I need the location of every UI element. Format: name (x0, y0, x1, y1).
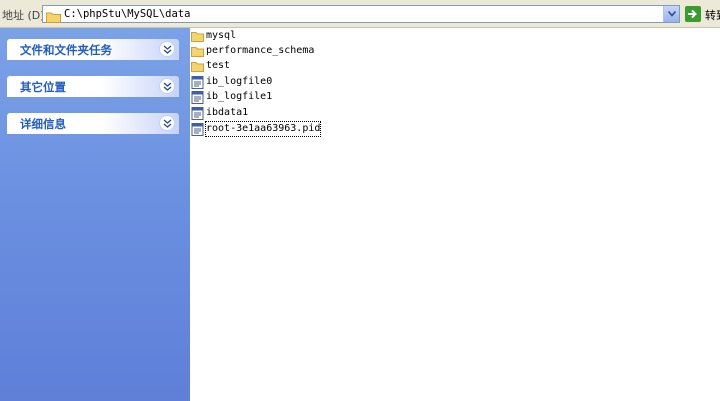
expand-chevron-icon[interactable] (159, 115, 175, 131)
file-name: test (206, 60, 231, 71)
folder-icon (191, 46, 204, 57)
task-group-title: 详细信息 (20, 117, 66, 131)
task-group-title: 文件和文件夹任务 (20, 43, 112, 57)
task-group-other-places[interactable]: 其它位置 (7, 76, 179, 97)
list-item-test[interactable]: test (191, 58, 230, 74)
address-bar: 地址 (D) C:\phpStu\MySQL\data 转到 (0, 0, 720, 28)
file-icon (191, 90, 204, 104)
file-name: ib_logfile1 (206, 91, 273, 102)
list-item-ibdata1[interactable]: ibdata1 (191, 105, 248, 121)
list-item-ib-logfile1[interactable]: ib_logfile1 (191, 89, 272, 105)
list-item-root-pid[interactable]: root-3e1aa63963.pid (191, 121, 322, 137)
folder-icon (191, 31, 204, 42)
expand-chevron-icon[interactable] (159, 78, 175, 94)
task-group-details[interactable]: 详细信息 (7, 113, 179, 134)
file-name: ib_logfile0 (206, 76, 273, 87)
go-button[interactable]: 转到 (684, 5, 720, 23)
address-dropdown-button[interactable] (663, 6, 679, 22)
file-icon (191, 106, 204, 120)
expand-chevron-icon[interactable] (159, 41, 175, 57)
folder-icon (46, 8, 61, 27)
list-item-ib-logfile0[interactable]: ib_logfile0 (191, 74, 272, 90)
address-input[interactable]: C:\phpStu\MySQL\data (42, 5, 680, 23)
list-item-mysql[interactable]: mysql (191, 28, 236, 44)
go-arrow-icon (685, 6, 701, 22)
address-path: C:\phpStu\MySQL\data (64, 8, 191, 20)
chevron-down-icon (667, 11, 676, 17)
file-name: mysql (206, 30, 237, 41)
list-item-performance-schema[interactable]: performance_schema (191, 43, 314, 59)
task-group-file-folder-tasks[interactable]: 文件和文件夹任务 (7, 39, 179, 60)
file-icon (191, 75, 204, 89)
file-name: root-3e1aa63963.pid (204, 121, 322, 137)
go-label: 转到 (705, 9, 720, 22)
file-name: ibdata1 (206, 107, 249, 118)
folder-icon (191, 61, 204, 72)
address-label: 地址 (D) (2, 9, 45, 22)
file-list: mysql performance_schema test ib_logfile… (191, 28, 720, 401)
file-icon (191, 122, 204, 136)
task-group-title: 其它位置 (20, 80, 66, 94)
task-pane: 文件和文件夹任务 其它位置 详细信息 (0, 28, 190, 401)
file-name: performance_schema (206, 45, 315, 56)
